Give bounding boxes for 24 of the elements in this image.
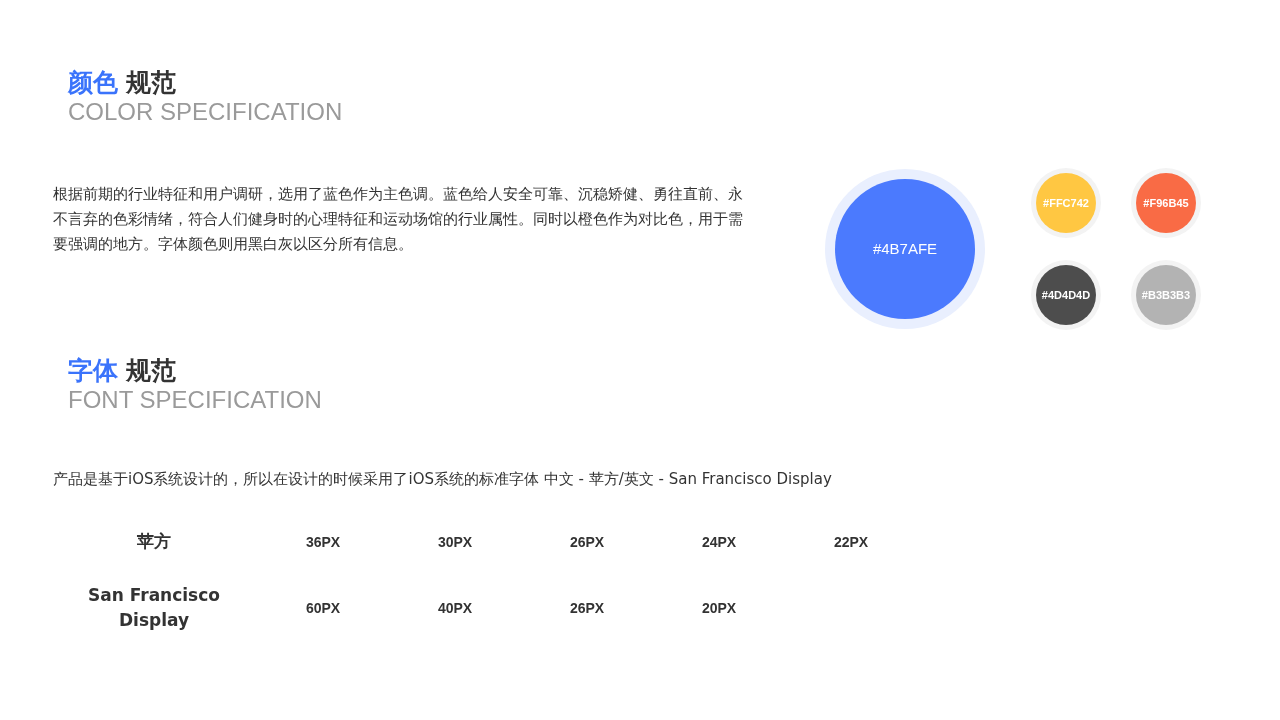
section-subtitle: COLOR SPECIFICATION [68,98,344,126]
font-name: San Francisco Display [87,583,221,632]
color-swatch: #B3B3B3 [1136,265,1196,325]
font-size-label: 26PX [568,532,606,552]
color-description: 根据前期的行业特征和用户调研，选用了蓝色作为主色调。蓝色给人安全可靠、沉稳矫健、勇往直前、永不言弃的色彩情绪，符合人们健身时的心理特征和运动场馆的行业属性。同时以橙色作为对比色，用于需要强调的地方。字体颜色则用黑白灰以区分所有信息。 [53,184,744,255]
font-size-label: 60PX [304,598,342,618]
font-size-label: 22PX [832,532,870,552]
color-swatch: #F96B45 [1136,173,1196,233]
font-size-label: 36PX [304,532,342,552]
section-title-highlight: 颜色 [68,68,118,98]
color-swatch: #4B7AFE [835,179,975,319]
color-swatch: #FFC742 [1036,173,1096,233]
color-swatch: #4D4D4D [1036,265,1096,325]
section-subtitle: FONT SPECIFICATION [68,386,323,414]
font-name: 苹方 [136,530,172,554]
font-size-label: 20PX [700,598,738,618]
section-title-highlight: 字体 [68,356,118,386]
font-size-label: 40PX [436,598,474,618]
font-description: 产品是基于iOS系统设计的，所以在设计的时候采用了iOS系统的标准字体 中文 - 苹方/英文 - San Francisco Display [52,469,833,490]
section-title: 规范 [126,356,176,386]
font-size-label: 26PX [568,598,606,618]
font-size-label: 30PX [436,532,474,552]
section-title: 规范 [126,68,176,98]
font-size-label: 24PX [700,532,738,552]
